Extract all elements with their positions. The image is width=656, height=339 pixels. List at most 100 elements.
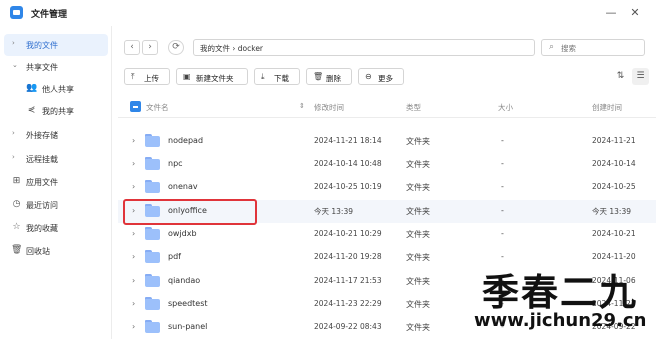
upload-button[interactable]: ⤒ 上传 bbox=[124, 68, 170, 85]
chevron-down-icon: ⌄ bbox=[12, 61, 18, 69]
sidebar-item-external-storage[interactable]: › 外接存储 bbox=[4, 124, 108, 146]
table-header: 文件名 ⇕ 修改时间 类型 大小 创建时间 bbox=[118, 96, 656, 118]
search-input[interactable] bbox=[561, 42, 641, 54]
upload-label: 上传 bbox=[144, 74, 159, 83]
table-row[interactable]: › owjdxb 2024-10-21 10:29 文件夹 - 2024-10-… bbox=[118, 223, 656, 246]
sidebar-item-label: 回收站 bbox=[26, 247, 50, 256]
file-name: onenav bbox=[168, 182, 198, 191]
table-row[interactable]: › npc 2024-10-14 10:48 文件夹 - 2024-10-14 bbox=[118, 153, 656, 176]
sidebar: › 我的文件 ⌄ 共享文件 👥 他人共享 ⋞ 我的共享 › 外接存储 › 远程挂… bbox=[0, 26, 112, 339]
sidebar-item-remote-mount[interactable]: › 远程挂载 bbox=[4, 148, 108, 170]
watermark-url: www.jichun29.cn bbox=[474, 310, 647, 331]
folder-icon bbox=[145, 204, 160, 217]
sidebar-item-label: 远程挂载 bbox=[26, 155, 58, 164]
forward-button[interactable]: › bbox=[142, 40, 158, 55]
file-name: pdf bbox=[168, 252, 181, 261]
sidebar-item-trash[interactable]: 🗑 回收站 bbox=[4, 240, 108, 262]
table-row-selected[interactable]: › onlyoffice 今天 13:39 文件夹 - 今天 13:39 bbox=[118, 200, 656, 223]
sidebar-item-label: 我的共享 bbox=[42, 107, 74, 116]
file-name: onlyoffice bbox=[168, 206, 207, 215]
folder-icon bbox=[145, 227, 160, 240]
watermark: 季春二九 www.jichun29.cn bbox=[474, 262, 654, 337]
chevron-right-icon[interactable]: › bbox=[132, 206, 135, 215]
sidebar-item-shared-files[interactable]: ⌄ 共享文件 bbox=[4, 56, 108, 78]
sort-arrow-icon[interactable]: ⇕ bbox=[299, 102, 305, 110]
select-all-checkbox[interactable] bbox=[130, 101, 141, 112]
sidebar-item-shared-with-me[interactable]: 👥 他人共享 bbox=[4, 78, 108, 100]
search-icon: ⌕ bbox=[549, 42, 555, 52]
created-time: 2024-11-21 bbox=[592, 136, 636, 145]
star-icon: ☆ bbox=[12, 222, 21, 232]
apps-icon: ⊞ bbox=[12, 176, 21, 186]
modified-time: 2024-10-25 10:19 bbox=[314, 182, 382, 191]
delete-label: 删除 bbox=[326, 74, 341, 83]
breadcrumb[interactable]: 我的文件 › docker bbox=[193, 39, 535, 56]
sort-icon[interactable]: ⇅ bbox=[612, 68, 629, 85]
sidebar-item-my-files[interactable]: › 我的文件 bbox=[4, 34, 108, 56]
upload-icon: ⤒ bbox=[131, 72, 135, 81]
file-type: 文件夹 bbox=[406, 207, 430, 216]
file-type: 文件夹 bbox=[406, 137, 430, 146]
file-name: speedtest bbox=[168, 299, 208, 308]
chevron-right-icon: › bbox=[12, 153, 15, 161]
created-time: 2024-11-20 bbox=[592, 252, 636, 261]
close-icon[interactable]: ✕ bbox=[626, 4, 644, 22]
sidebar-item-app-files[interactable]: ⊞ 应用文件 bbox=[4, 171, 108, 193]
folder-icon bbox=[145, 297, 160, 310]
delete-button[interactable]: 🗑 删除 bbox=[306, 68, 352, 85]
chevron-right-icon[interactable]: › bbox=[132, 182, 135, 191]
modified-time: 2024-09-22 08:43 bbox=[314, 322, 382, 331]
download-button[interactable]: ⤓ 下载 bbox=[254, 68, 300, 85]
more-button[interactable]: ⊖ 更多 bbox=[358, 68, 404, 85]
chevron-right-icon: › bbox=[12, 129, 15, 137]
modified-time: 2024-10-14 10:48 bbox=[314, 159, 382, 168]
more-label: 更多 bbox=[378, 74, 393, 83]
back-button[interactable]: ‹ bbox=[124, 40, 140, 55]
folder-icon bbox=[145, 250, 160, 263]
column-header-created[interactable]: 创建时间 bbox=[592, 102, 622, 113]
modified-time: 今天 13:39 bbox=[314, 207, 353, 216]
sidebar-item-favorites[interactable]: ☆ 我的收藏 bbox=[4, 217, 108, 239]
chevron-right-icon[interactable]: › bbox=[132, 159, 135, 168]
new-folder-button[interactable]: ▣ 新建文件夹 bbox=[176, 68, 248, 85]
sidebar-item-recent[interactable]: ◷ 最近访问 bbox=[4, 194, 108, 216]
file-type: 文件夹 bbox=[406, 277, 430, 286]
chevron-right-icon[interactable]: › bbox=[132, 229, 135, 238]
trash-icon: 🗑 bbox=[313, 72, 324, 81]
sidebar-item-label: 他人共享 bbox=[42, 85, 74, 94]
sidebar-item-my-shares[interactable]: ⋞ 我的共享 bbox=[4, 100, 108, 122]
chevron-right-icon[interactable]: › bbox=[132, 299, 135, 308]
download-label: 下载 bbox=[274, 74, 289, 83]
minimize-icon[interactable]: — bbox=[602, 4, 620, 22]
trash-icon: 🗑 bbox=[11, 245, 23, 255]
table-row[interactable]: › nodepad 2024-11-21 18:14 文件夹 - 2024-11… bbox=[118, 130, 656, 153]
modified-time: 2024-11-20 19:28 bbox=[314, 252, 382, 261]
modified-time: 2024-11-23 22:29 bbox=[314, 299, 382, 308]
column-header-type[interactable]: 类型 bbox=[406, 102, 421, 113]
search-box[interactable]: ⌕ bbox=[541, 39, 645, 56]
new-folder-label: 新建文件夹 bbox=[196, 74, 234, 83]
file-size: - bbox=[501, 252, 504, 261]
chevron-right-icon[interactable]: › bbox=[132, 276, 135, 285]
modified-time: 2024-11-21 18:14 bbox=[314, 136, 382, 145]
file-type: 文件夹 bbox=[406, 253, 430, 262]
sidebar-item-label: 最近访问 bbox=[26, 201, 58, 210]
table-row[interactable]: › onenav 2024-10-25 10:19 文件夹 - 2024-10-… bbox=[118, 176, 656, 199]
file-size: - bbox=[501, 159, 504, 168]
folder-icon bbox=[145, 157, 160, 170]
list-view-icon[interactable]: ☰ bbox=[632, 68, 649, 85]
column-header-size[interactable]: 大小 bbox=[498, 102, 513, 113]
chevron-right-icon[interactable]: › bbox=[132, 252, 135, 261]
file-name: qiandao bbox=[168, 276, 201, 285]
file-name: owjdxb bbox=[168, 229, 197, 238]
chevron-right-icon[interactable]: › bbox=[132, 322, 135, 331]
chevron-right-icon[interactable]: › bbox=[132, 136, 135, 145]
file-type: 文件夹 bbox=[406, 230, 430, 239]
column-header-modified[interactable]: 修改时间 bbox=[314, 102, 344, 113]
refresh-button[interactable]: ⟳ bbox=[168, 40, 184, 55]
window-title: 文件管理 bbox=[31, 10, 68, 20]
created-time: 2024-10-21 bbox=[592, 229, 636, 238]
more-circle-icon: ⊖ bbox=[365, 72, 372, 81]
column-header-name[interactable]: 文件名 bbox=[146, 102, 169, 113]
share-icon: ⋞ bbox=[27, 105, 36, 115]
